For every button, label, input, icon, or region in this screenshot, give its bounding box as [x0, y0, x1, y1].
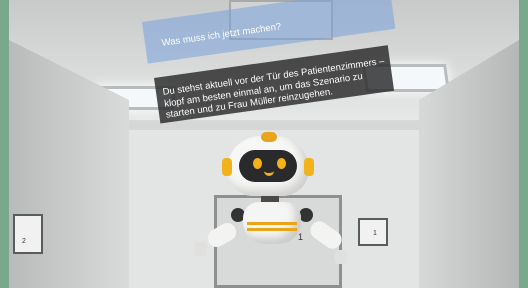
- assistant-robot[interactable]: [189, 130, 359, 288]
- robot-arm-right: [306, 217, 346, 253]
- wall-sign-right-number: 1: [373, 230, 377, 237]
- robot-eye-right: [277, 158, 286, 169]
- robot-hand-left: [195, 242, 207, 256]
- robot-face-screen: [239, 150, 297, 182]
- robot-ear-left: [222, 158, 232, 176]
- robot-hand-right: [335, 250, 347, 264]
- robot-ear-right: [304, 158, 314, 176]
- robot-shoulder-right: [299, 208, 313, 222]
- wall-sign-left: [13, 214, 43, 254]
- robot-stripe: [247, 222, 297, 225]
- robot-arm-left: [204, 219, 240, 251]
- vr-scene: 1 2 1 Was muss ich jetzt machen? Du steh…: [9, 0, 519, 288]
- robot-stripe: [247, 228, 297, 231]
- wall-sign-left-number: 2: [22, 238, 26, 245]
- app-frame: 1 2 1 Was muss ich jetzt machen? Du steh…: [0, 0, 528, 288]
- robot-eye-left: [253, 158, 262, 169]
- robot-head-light: [261, 132, 277, 142]
